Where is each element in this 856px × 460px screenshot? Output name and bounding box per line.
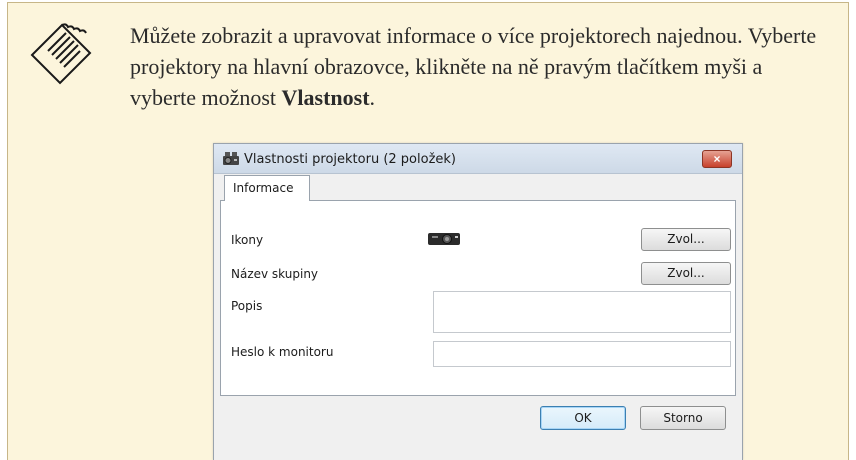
group-name-label: Název skupiny: [231, 267, 319, 281]
close-button[interactable]: ×: [702, 150, 732, 168]
ok-button[interactable]: OK: [540, 406, 626, 430]
tab-panel-information: Ikony Zvol... Název skupiny Zvol... Popi…: [220, 200, 736, 396]
group-choose-button[interactable]: Zvol...: [641, 262, 731, 285]
description-label: Popis: [231, 299, 263, 313]
note-pad-icon: [30, 23, 92, 85]
note-text-bold: Vlastnost: [281, 85, 370, 110]
projector-app-icon: [223, 152, 239, 165]
dialog-titlebar[interactable]: Vlastnosti projektoru (2 položek) ×: [214, 144, 742, 174]
note-text: Můžete zobrazit a upravovat informace o …: [130, 20, 830, 113]
note-text-end: .: [369, 85, 376, 110]
monitor-password-label: Heslo k monitoru: [231, 345, 334, 359]
close-icon: ×: [713, 152, 721, 166]
cancel-button[interactable]: Storno: [640, 406, 726, 430]
description-field[interactable]: [433, 291, 731, 333]
projector-icon: [428, 233, 460, 245]
monitor-password-field[interactable]: [433, 341, 731, 367]
icons-choose-button[interactable]: Zvol...: [641, 228, 731, 251]
properties-dialog: Vlastnosti projektoru (2 položek) × Info…: [213, 143, 743, 460]
note-text-main: Můžete zobrazit a upravovat informace o …: [130, 23, 817, 110]
dialog-title: Vlastnosti projektoru (2 položek): [244, 152, 456, 167]
icons-label: Ikony: [231, 233, 264, 247]
tab-information[interactable]: Informace: [224, 175, 310, 201]
